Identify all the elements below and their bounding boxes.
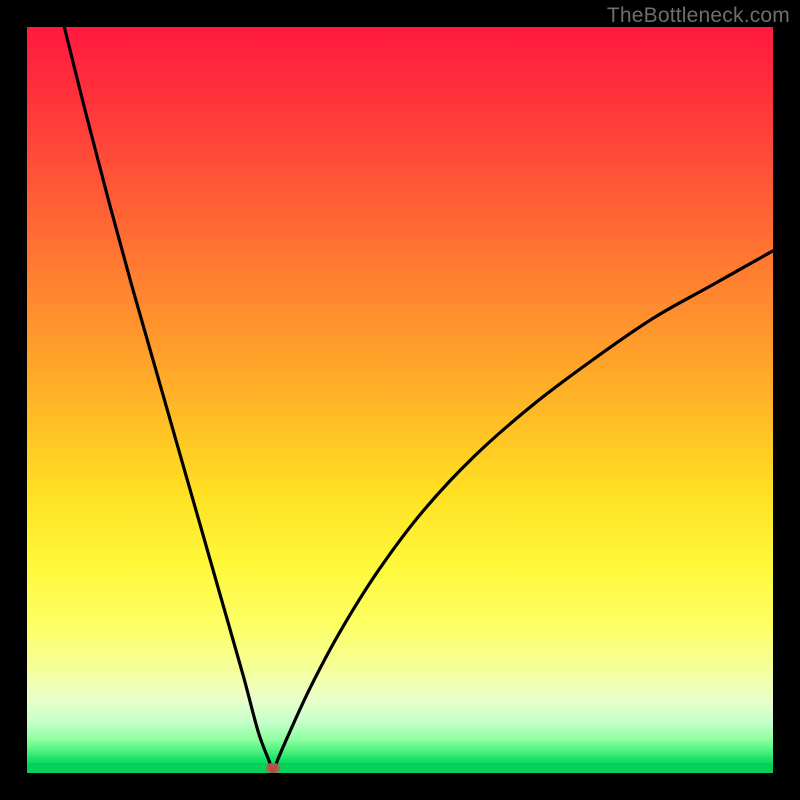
curve-path [64,27,773,773]
plot-area [27,27,773,773]
bottleneck-curve [27,27,773,773]
min-point-dot [266,763,280,773]
watermark-text: TheBottleneck.com [607,4,790,28]
chart-frame: TheBottleneck.com [0,0,800,800]
